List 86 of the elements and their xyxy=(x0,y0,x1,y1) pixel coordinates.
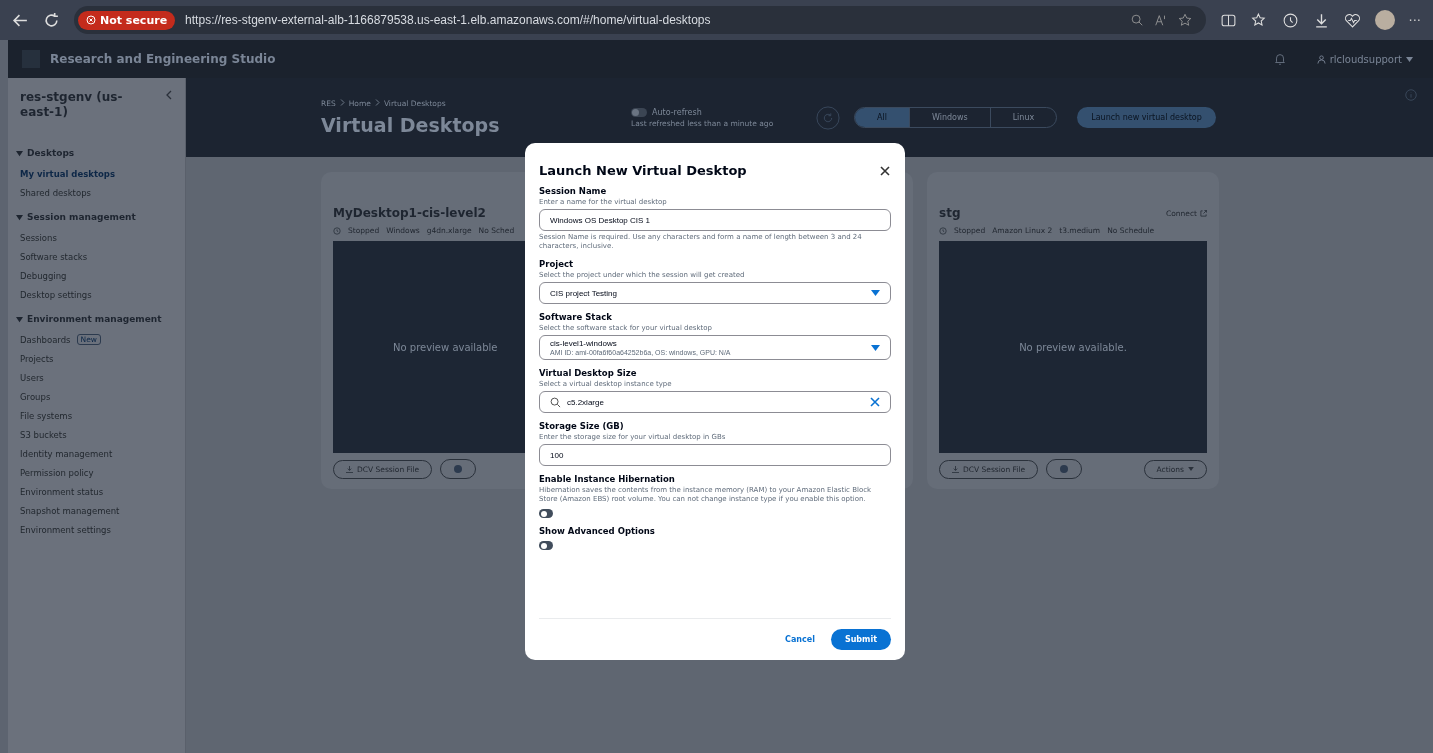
url-text: https://res-stgenv-external-alb-1166879538.us-east-1.elb.amazonaws.com/#/home/virtual-desktops xyxy=(185,13,711,27)
selected-value: CIS project Testing xyxy=(550,288,617,298)
filter-option[interactable]: Linux xyxy=(989,108,1057,127)
section-header[interactable]: Environment management xyxy=(27,314,162,324)
page-title: Virtual Desktops xyxy=(321,114,501,136)
clock-icon xyxy=(333,226,341,235)
cancel-button[interactable]: Cancel xyxy=(779,630,821,649)
toggle-switch[interactable] xyxy=(539,541,553,550)
reload-icon[interactable] xyxy=(43,11,60,29)
nav-item[interactable]: Software stacks xyxy=(20,251,88,262)
clear-icon[interactable] xyxy=(870,397,880,407)
field-label: Virtual Desktop Size xyxy=(539,368,638,378)
nav-item[interactable]: Environment status xyxy=(20,486,104,497)
submit-button[interactable]: Submit xyxy=(830,629,891,650)
nav-item[interactable]: Identity management xyxy=(20,448,113,459)
history-icon[interactable] xyxy=(1281,11,1299,29)
launch-desktop-button[interactable]: Launch new virtual desktop xyxy=(1077,107,1216,128)
warning-circle-icon xyxy=(86,15,96,25)
filter-option[interactable]: Windows xyxy=(908,108,990,127)
caret-down-icon[interactable] xyxy=(16,149,23,157)
chevron-right-icon xyxy=(374,99,380,106)
nav-item[interactable]: Groups xyxy=(20,391,51,402)
nav-item[interactable]: Sessions xyxy=(20,232,57,243)
dropdown-caret-icon xyxy=(871,290,880,296)
collapse-icon[interactable] xyxy=(165,90,173,100)
nav-item[interactable]: Projects xyxy=(20,353,54,364)
search-icon xyxy=(550,396,561,408)
auto-refresh-toggle[interactable] xyxy=(631,107,647,117)
nav-item[interactable]: My virtual desktops xyxy=(20,168,115,179)
filter-option[interactable]: All xyxy=(855,108,909,127)
preview-message: No preview available xyxy=(393,341,498,353)
preview-message: No preview available. xyxy=(1019,341,1127,353)
select-field[interactable]: CIS project Testing xyxy=(539,282,891,304)
field-label: Project xyxy=(539,259,575,269)
read-aloud-icon[interactable] xyxy=(1153,13,1168,27)
external-link-icon xyxy=(1200,209,1207,217)
text-input[interactable]: Windows OS Desktop CIS 1 xyxy=(539,209,891,231)
field-label: Storage Size (GB) xyxy=(539,421,625,431)
nav-item[interactable]: Dashboards xyxy=(20,334,71,345)
star-icon[interactable] xyxy=(1177,13,1192,27)
caret-down-icon[interactable] xyxy=(16,213,23,221)
dialog-title: Launch New Virtual Desktop xyxy=(539,163,747,178)
user-menu[interactable]: rlcloudsupport xyxy=(1316,53,1413,65)
nav-item[interactable]: Snapshot management xyxy=(20,505,120,516)
search-value: c5.2xlarge xyxy=(567,397,605,407)
caret-down-icon[interactable] xyxy=(16,315,23,323)
search-field[interactable]: c5.2xlarge xyxy=(539,391,891,413)
selected-value: cis-level1-windows xyxy=(550,339,618,348)
section-header[interactable]: Session management xyxy=(27,212,136,222)
field-label: Enable Instance Hibernation xyxy=(539,474,676,484)
clock-icon xyxy=(939,226,947,235)
toggle-switch[interactable] xyxy=(539,509,553,518)
nav-item[interactable]: S3 buckets xyxy=(20,429,67,440)
download-icon xyxy=(952,465,959,473)
nav-item[interactable]: File systems xyxy=(20,410,73,421)
nav-item[interactable]: Shared desktops xyxy=(20,187,91,198)
text-input[interactable]: 100 xyxy=(539,444,891,466)
section-header[interactable]: Desktops xyxy=(27,148,75,158)
favorites-icon[interactable] xyxy=(1250,11,1268,29)
environment-title: res-stgenv (us-east-1) xyxy=(20,90,124,120)
profile-avatar[interactable] xyxy=(1374,10,1395,30)
close-icon[interactable] xyxy=(879,164,891,177)
app-title[interactable]: Research and Engineering Studio xyxy=(50,52,276,66)
field-label: Session Name xyxy=(539,186,608,196)
heart-pulse-icon[interactable] xyxy=(1343,11,1361,29)
desktop-name: MyDesktop1-cis-level2 xyxy=(333,206,486,220)
chevron-right-icon xyxy=(339,99,345,106)
address-bar[interactable]: Not secure https://res-stgenv-external-alb-1166879538.us-east-1.elb.amazonaws.com/#/home/virtual-desktops xyxy=(74,6,1206,34)
field-label: Software Stack xyxy=(539,312,613,322)
field-label: Show Advanced Options xyxy=(539,526,656,536)
caret-icon xyxy=(1188,467,1194,471)
user-icon xyxy=(1316,54,1326,64)
dropdown-caret-icon xyxy=(871,344,880,351)
nav-item[interactable]: Environment settings xyxy=(20,524,111,535)
desktop-name: stg xyxy=(939,206,961,220)
auto-refresh-label: Auto-refresh xyxy=(652,107,702,117)
more-menu[interactable]: ··· xyxy=(1408,12,1421,28)
nav-item[interactable]: Permission policy xyxy=(20,467,94,478)
nav-item[interactable]: Desktop settings xyxy=(20,289,92,300)
zoom-icon[interactable] xyxy=(1129,13,1144,27)
nav-item[interactable]: Debugging xyxy=(20,270,67,281)
download-icon xyxy=(346,465,353,473)
nav-item[interactable]: Users xyxy=(20,372,44,383)
bell-icon[interactable] xyxy=(1272,52,1287,66)
security-badge[interactable]: Not secure xyxy=(78,10,176,30)
caret-icon xyxy=(1406,56,1413,62)
